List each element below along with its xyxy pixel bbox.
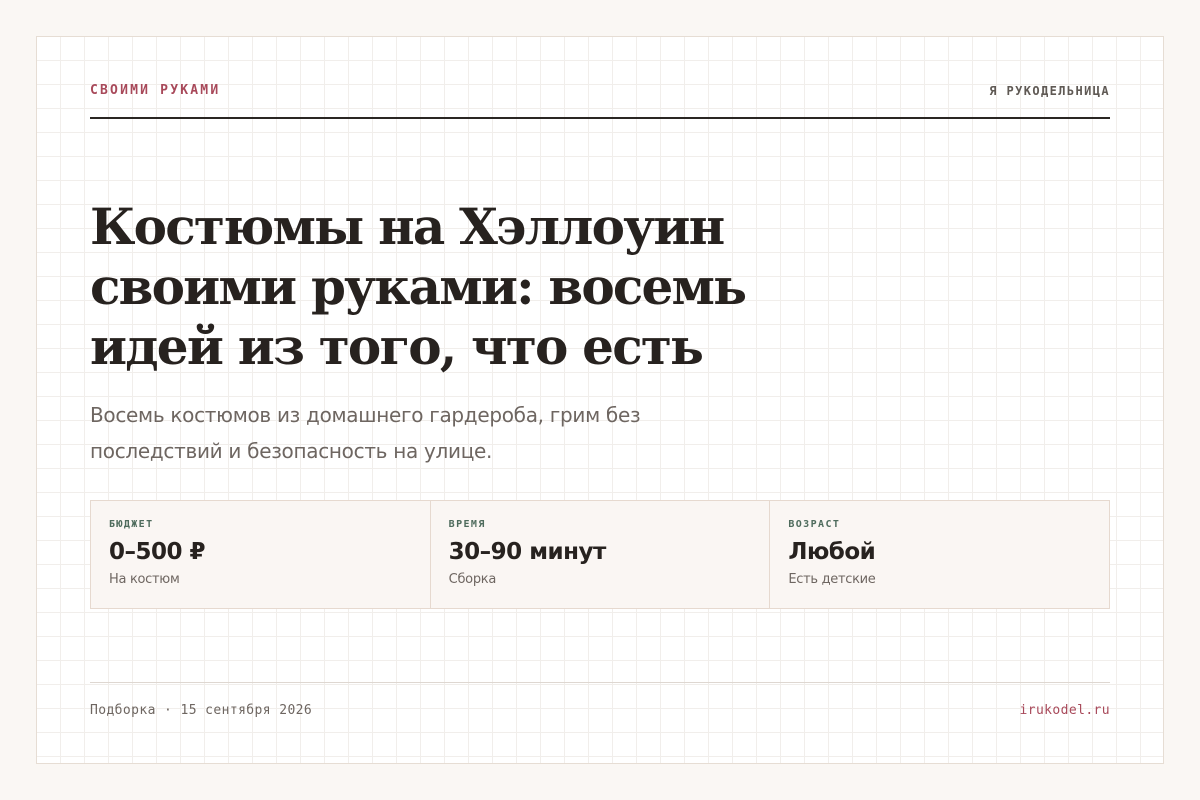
stat-value: 0–500 ₽ (109, 539, 206, 565)
stat-note: На костюм (109, 572, 180, 587)
stats-panel: БЮДЖЕТ 0–500 ₽ На костюм ВРЕМЯ 30–90 мин… (90, 500, 1110, 609)
brand-name[interactable]: Я РУКОДЕЛЬНИЦА (989, 83, 1110, 99)
stat-label: ВОЗРАСТ (788, 519, 841, 530)
stat-value: 30–90 минут (448, 539, 607, 565)
publication-meta: Подборка · 15 сентября 2026 (90, 703, 313, 718)
article-card: СВОИМИ РУКАМИ Я РУКОДЕЛЬНИЦА Костюмы на … (36, 36, 1164, 764)
stat-time: ВРЕМЯ 30–90 минут Сборка (431, 501, 771, 608)
stat-note: Есть детские (788, 572, 876, 587)
stat-label: ВРЕМЯ (448, 519, 486, 530)
card-content: СВОИМИ РУКАМИ Я РУКОДЕЛЬНИЦА Костюмы на … (90, 37, 1110, 763)
stat-age: ВОЗРАСТ Любой Есть детские (770, 501, 1109, 608)
top-bar: СВОИМИ РУКАМИ Я РУКОДЕЛЬНИЦА (90, 83, 1110, 119)
stat-label: БЮДЖЕТ (109, 519, 154, 530)
article-lede: Восемь костюмов из домашнего гардероба, … (90, 403, 641, 463)
site-domain-link[interactable]: irukodel.ru (1020, 703, 1111, 719)
stat-value: Любой (788, 539, 876, 565)
section-rubric[interactable]: СВОИМИ РУКАМИ (90, 83, 220, 99)
footer: Подборка · 15 сентября 2026 irukodel.ru (90, 682, 1110, 719)
stat-budget: БЮДЖЕТ 0–500 ₽ На костюм (91, 501, 431, 608)
article-title: Костюмы на Хэллоуин своими руками: восем… (90, 197, 747, 376)
stat-note: Сборка (448, 572, 497, 587)
